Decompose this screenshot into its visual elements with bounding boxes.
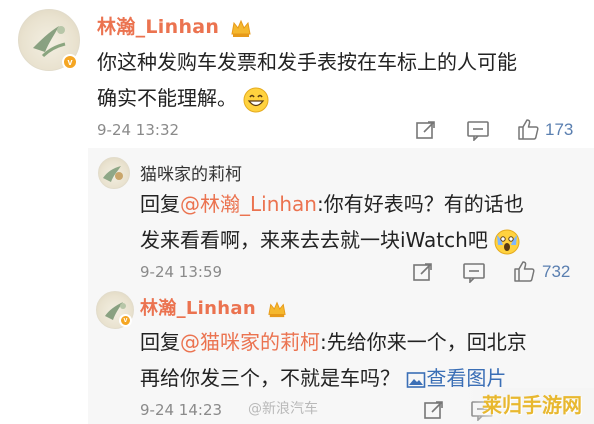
share-icon[interactable] xyxy=(423,399,445,421)
reply-username[interactable]: 林瀚_Linhan xyxy=(140,294,287,320)
like-count[interactable]: 732 xyxy=(542,262,570,282)
thumbs-up-icon[interactable] xyxy=(516,117,540,141)
thumbs-up-icon[interactable] xyxy=(512,259,536,283)
verified-badge: v xyxy=(62,54,78,70)
reply-username[interactable]: 猫咪家的莉柯 xyxy=(140,160,242,185)
share-icon[interactable] xyxy=(412,261,434,283)
scream-emoji xyxy=(494,229,520,254)
comment-timestamp: 9-24 13:32 xyxy=(97,121,180,139)
comment-text: 你这种发购车发票和发手表按在车标上的人可能 确实不能理解。 xyxy=(97,44,517,116)
comment-username[interactable]: 林瀚_Linhan xyxy=(97,12,252,39)
mention-link[interactable]: @林瀚_Linhan xyxy=(180,192,317,216)
watermark: @新浪汽车 xyxy=(248,401,318,417)
mention-link[interactable]: @猫咪家的莉柯 xyxy=(180,330,320,354)
avatar-image xyxy=(103,166,123,182)
image-icon xyxy=(407,371,426,388)
view-image-link[interactable]: 查看图片 xyxy=(406,366,506,390)
comment-icon[interactable] xyxy=(462,261,486,283)
reply-timestamp: 9-24 13:59 xyxy=(140,263,223,281)
reply-text: 回复@林瀚_Linhan:你有好表吗？有的话也 发来看看啊，来来去去就一块iWa… xyxy=(140,186,524,258)
like-count[interactable]: 173 xyxy=(545,120,573,140)
reply-text: 回复@猫咪家的莉柯:先给你来一个，回北京 再给你发三个，不就是车吗？ 查看图片 xyxy=(140,330,527,390)
grin-emoji xyxy=(243,87,269,112)
share-icon[interactable] xyxy=(415,119,437,141)
reply-timestamp: 9-24 14:23 xyxy=(140,401,223,419)
crown-icon xyxy=(267,301,286,318)
site-logo: 莱归手游网 xyxy=(464,388,594,424)
crown-icon xyxy=(231,19,251,37)
verified-badge: v xyxy=(119,314,132,327)
comment-icon[interactable] xyxy=(466,119,490,141)
avatar[interactable] xyxy=(98,157,130,189)
